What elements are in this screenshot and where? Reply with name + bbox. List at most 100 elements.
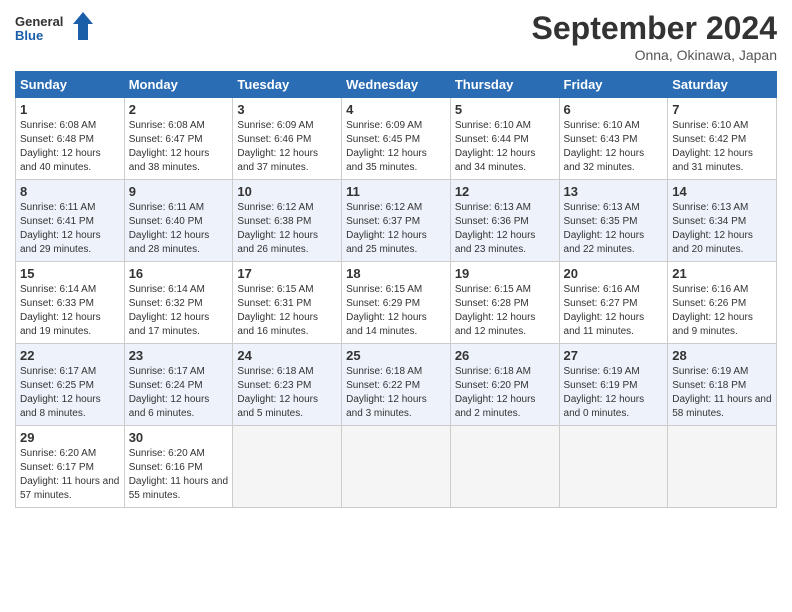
- calendar-cell: 24 Sunrise: 6:18 AM Sunset: 6:23 PM Dayl…: [233, 344, 342, 426]
- day-number: 13: [564, 184, 664, 199]
- day-info: Sunrise: 6:08 AM Sunset: 6:48 PM Dayligh…: [20, 119, 120, 175]
- calendar-week-row: 1 Sunrise: 6:08 AM Sunset: 6:48 PM Dayli…: [16, 98, 777, 180]
- calendar-cell: 10 Sunrise: 6:12 AM Sunset: 6:38 PM Dayl…: [233, 180, 342, 262]
- calendar-cell: 12 Sunrise: 6:13 AM Sunset: 6:36 PM Dayl…: [450, 180, 559, 262]
- calendar-cell: 29 Sunrise: 6:20 AM Sunset: 6:17 PM Dayl…: [16, 426, 125, 508]
- calendar-cell: 1 Sunrise: 6:08 AM Sunset: 6:48 PM Dayli…: [16, 98, 125, 180]
- calendar-cell: 28 Sunrise: 6:19 AM Sunset: 6:18 PM Dayl…: [668, 344, 777, 426]
- day-number: 19: [455, 266, 555, 281]
- day-number: 5: [455, 102, 555, 117]
- day-info: Sunrise: 6:15 AM Sunset: 6:28 PM Dayligh…: [455, 283, 555, 339]
- day-info: Sunrise: 6:12 AM Sunset: 6:37 PM Dayligh…: [346, 201, 446, 257]
- day-info: Sunrise: 6:16 AM Sunset: 6:27 PM Dayligh…: [564, 283, 664, 339]
- day-number: 17: [237, 266, 337, 281]
- calendar-cell: 7 Sunrise: 6:10 AM Sunset: 6:42 PM Dayli…: [668, 98, 777, 180]
- calendar-cell: 3 Sunrise: 6:09 AM Sunset: 6:46 PM Dayli…: [233, 98, 342, 180]
- day-info: Sunrise: 6:15 AM Sunset: 6:29 PM Dayligh…: [346, 283, 446, 339]
- col-saturday: Saturday: [668, 72, 777, 98]
- location: Onna, Okinawa, Japan: [532, 47, 777, 63]
- day-number: 26: [455, 348, 555, 363]
- col-monday: Monday: [124, 72, 233, 98]
- day-info: Sunrise: 6:13 AM Sunset: 6:34 PM Dayligh…: [672, 201, 772, 257]
- day-number: 23: [129, 348, 229, 363]
- day-number: 28: [672, 348, 772, 363]
- col-friday: Friday: [559, 72, 668, 98]
- calendar-cell: 4 Sunrise: 6:09 AM Sunset: 6:45 PM Dayli…: [342, 98, 451, 180]
- calendar-week-row: 29 Sunrise: 6:20 AM Sunset: 6:17 PM Dayl…: [16, 426, 777, 508]
- col-thursday: Thursday: [450, 72, 559, 98]
- day-number: 27: [564, 348, 664, 363]
- day-number: 30: [129, 430, 229, 445]
- calendar-cell: 5 Sunrise: 6:10 AM Sunset: 6:44 PM Dayli…: [450, 98, 559, 180]
- calendar-cell: 27 Sunrise: 6:19 AM Sunset: 6:19 PM Dayl…: [559, 344, 668, 426]
- day-info: Sunrise: 6:12 AM Sunset: 6:38 PM Dayligh…: [237, 201, 337, 257]
- day-info: Sunrise: 6:09 AM Sunset: 6:45 PM Dayligh…: [346, 119, 446, 175]
- day-info: Sunrise: 6:11 AM Sunset: 6:41 PM Dayligh…: [20, 201, 120, 257]
- day-number: 8: [20, 184, 120, 199]
- calendar-cell: 18 Sunrise: 6:15 AM Sunset: 6:29 PM Dayl…: [342, 262, 451, 344]
- day-number: 9: [129, 184, 229, 199]
- col-wednesday: Wednesday: [342, 72, 451, 98]
- calendar-cell: [668, 426, 777, 508]
- day-info: Sunrise: 6:09 AM Sunset: 6:46 PM Dayligh…: [237, 119, 337, 175]
- day-number: 22: [20, 348, 120, 363]
- calendar-cell: 22 Sunrise: 6:17 AM Sunset: 6:25 PM Dayl…: [16, 344, 125, 426]
- day-info: Sunrise: 6:20 AM Sunset: 6:16 PM Dayligh…: [129, 447, 229, 503]
- day-number: 20: [564, 266, 664, 281]
- calendar-cell: 2 Sunrise: 6:08 AM Sunset: 6:47 PM Dayli…: [124, 98, 233, 180]
- logo: General Blue: [15, 10, 95, 42]
- svg-text:General: General: [15, 14, 63, 29]
- calendar-cell: 26 Sunrise: 6:18 AM Sunset: 6:20 PM Dayl…: [450, 344, 559, 426]
- calendar-cell: [233, 426, 342, 508]
- col-sunday: Sunday: [16, 72, 125, 98]
- day-info: Sunrise: 6:13 AM Sunset: 6:35 PM Dayligh…: [564, 201, 664, 257]
- day-number: 29: [20, 430, 120, 445]
- calendar-cell: 14 Sunrise: 6:13 AM Sunset: 6:34 PM Dayl…: [668, 180, 777, 262]
- day-number: 16: [129, 266, 229, 281]
- day-number: 4: [346, 102, 446, 117]
- day-number: 2: [129, 102, 229, 117]
- day-info: Sunrise: 6:17 AM Sunset: 6:24 PM Dayligh…: [129, 365, 229, 421]
- calendar-week-row: 8 Sunrise: 6:11 AM Sunset: 6:41 PM Dayli…: [16, 180, 777, 262]
- day-info: Sunrise: 6:10 AM Sunset: 6:44 PM Dayligh…: [455, 119, 555, 175]
- day-info: Sunrise: 6:17 AM Sunset: 6:25 PM Dayligh…: [20, 365, 120, 421]
- day-info: Sunrise: 6:15 AM Sunset: 6:31 PM Dayligh…: [237, 283, 337, 339]
- day-info: Sunrise: 6:20 AM Sunset: 6:17 PM Dayligh…: [20, 447, 120, 503]
- day-number: 21: [672, 266, 772, 281]
- day-number: 12: [455, 184, 555, 199]
- day-info: Sunrise: 6:19 AM Sunset: 6:18 PM Dayligh…: [672, 365, 772, 421]
- day-info: Sunrise: 6:13 AM Sunset: 6:36 PM Dayligh…: [455, 201, 555, 257]
- calendar-cell: 13 Sunrise: 6:13 AM Sunset: 6:35 PM Dayl…: [559, 180, 668, 262]
- calendar-cell: [342, 426, 451, 508]
- page-header: General Blue September 2024 Onna, Okinaw…: [15, 10, 777, 63]
- calendar-cell: 20 Sunrise: 6:16 AM Sunset: 6:27 PM Dayl…: [559, 262, 668, 344]
- day-number: 25: [346, 348, 446, 363]
- day-info: Sunrise: 6:19 AM Sunset: 6:19 PM Dayligh…: [564, 365, 664, 421]
- calendar-cell: 17 Sunrise: 6:15 AM Sunset: 6:31 PM Dayl…: [233, 262, 342, 344]
- day-info: Sunrise: 6:18 AM Sunset: 6:22 PM Dayligh…: [346, 365, 446, 421]
- calendar-cell: 21 Sunrise: 6:16 AM Sunset: 6:26 PM Dayl…: [668, 262, 777, 344]
- calendar-week-row: 22 Sunrise: 6:17 AM Sunset: 6:25 PM Dayl…: [16, 344, 777, 426]
- calendar-table: Sunday Monday Tuesday Wednesday Thursday…: [15, 71, 777, 508]
- day-number: 6: [564, 102, 664, 117]
- day-info: Sunrise: 6:16 AM Sunset: 6:26 PM Dayligh…: [672, 283, 772, 339]
- calendar-cell: 23 Sunrise: 6:17 AM Sunset: 6:24 PM Dayl…: [124, 344, 233, 426]
- calendar-cell: [559, 426, 668, 508]
- day-info: Sunrise: 6:11 AM Sunset: 6:40 PM Dayligh…: [129, 201, 229, 257]
- calendar-cell: [450, 426, 559, 508]
- day-info: Sunrise: 6:18 AM Sunset: 6:20 PM Dayligh…: [455, 365, 555, 421]
- day-info: Sunrise: 6:14 AM Sunset: 6:33 PM Dayligh…: [20, 283, 120, 339]
- day-number: 15: [20, 266, 120, 281]
- calendar-cell: 15 Sunrise: 6:14 AM Sunset: 6:33 PM Dayl…: [16, 262, 125, 344]
- day-number: 18: [346, 266, 446, 281]
- calendar-cell: 19 Sunrise: 6:15 AM Sunset: 6:28 PM Dayl…: [450, 262, 559, 344]
- calendar-week-row: 15 Sunrise: 6:14 AM Sunset: 6:33 PM Dayl…: [16, 262, 777, 344]
- day-number: 3: [237, 102, 337, 117]
- calendar-cell: 8 Sunrise: 6:11 AM Sunset: 6:41 PM Dayli…: [16, 180, 125, 262]
- day-number: 10: [237, 184, 337, 199]
- day-number: 14: [672, 184, 772, 199]
- calendar-cell: 11 Sunrise: 6:12 AM Sunset: 6:37 PM Dayl…: [342, 180, 451, 262]
- calendar-cell: 9 Sunrise: 6:11 AM Sunset: 6:40 PM Dayli…: [124, 180, 233, 262]
- day-info: Sunrise: 6:14 AM Sunset: 6:32 PM Dayligh…: [129, 283, 229, 339]
- day-number: 11: [346, 184, 446, 199]
